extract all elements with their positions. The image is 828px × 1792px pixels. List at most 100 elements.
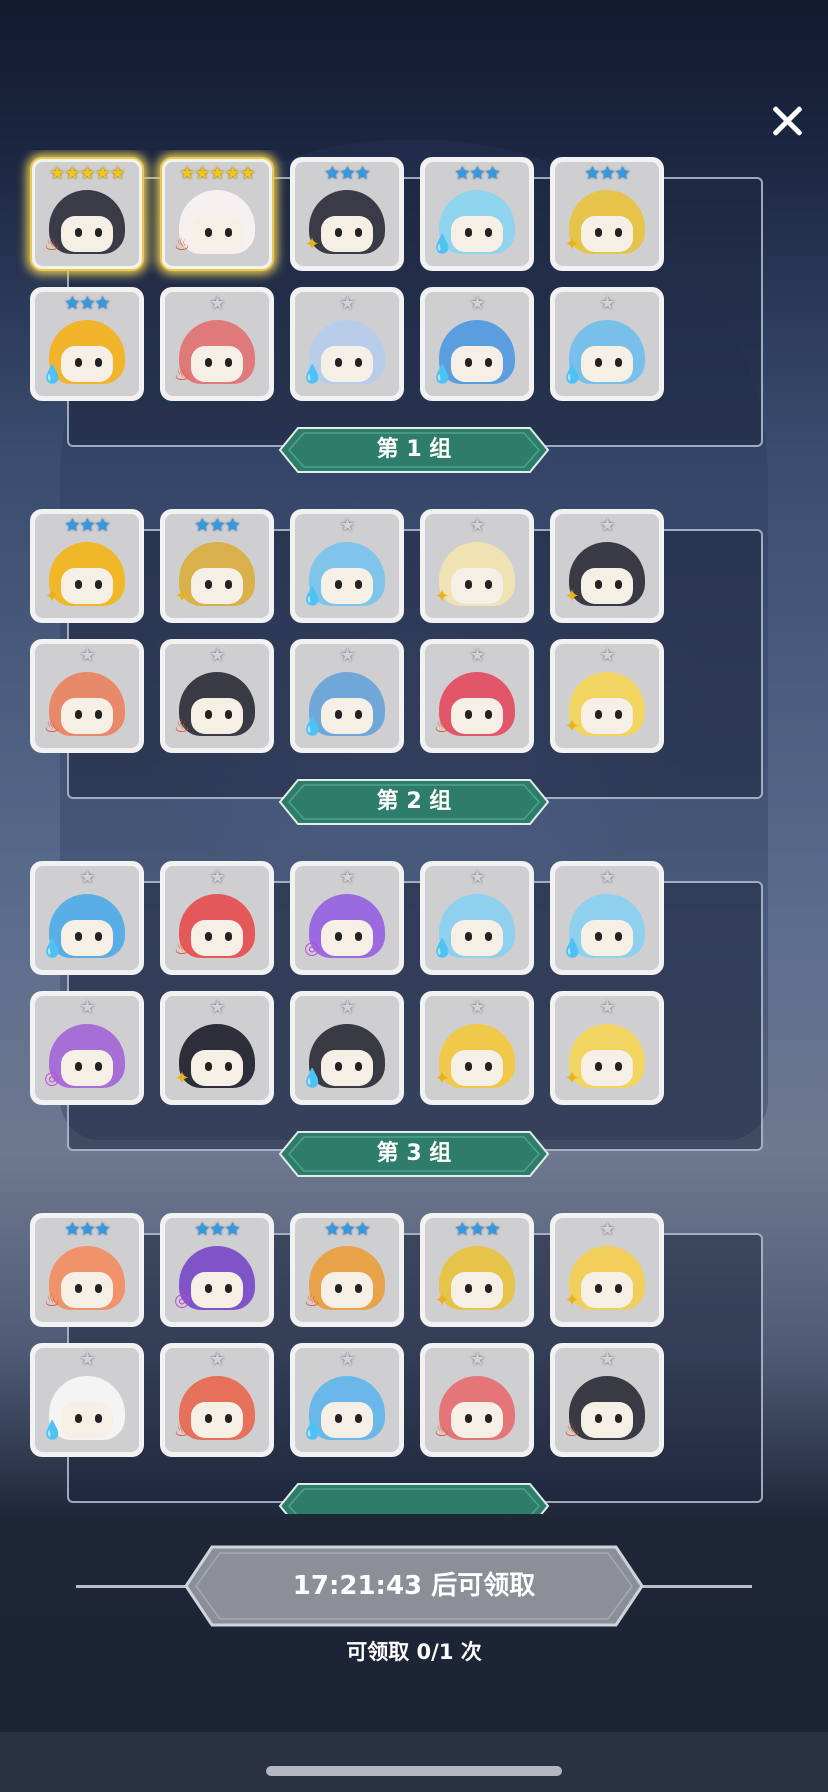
close-icon[interactable] <box>768 102 806 140</box>
hero-portrait: ★ 💧 <box>295 996 399 1100</box>
hero-card[interactable]: ★ ♨ <box>160 861 274 975</box>
hero-card[interactable]: ★ ♨ <box>420 639 534 753</box>
group-banner-label: 第 2 组 <box>376 789 452 814</box>
hero-portrait: ★ ✦ <box>165 996 269 1100</box>
hero-card[interactable]: ★ ♨ <box>160 287 274 401</box>
hero-portrait: ★ ♨ <box>165 292 269 396</box>
hero-card[interactable]: ★ 💧 <box>550 287 664 401</box>
hero-card[interactable]: ★★★ ✦ <box>160 509 274 623</box>
hero-portrait: ★ ✦ <box>425 514 529 618</box>
hero-eye <box>465 710 472 719</box>
hero-card[interactable]: ★ ◎ <box>30 991 144 1105</box>
hero-card[interactable]: ★ 💧 <box>550 861 664 975</box>
hero-portrait: ★ 💧 <box>425 292 529 396</box>
hero-eye <box>335 1062 342 1071</box>
hero-portrait: ★★★★★ ♨ <box>35 162 139 266</box>
hero-eye <box>485 580 492 589</box>
hero-card[interactable]: ★ ♨ <box>160 639 274 753</box>
group-3: ★ 💧 ★ ♨ ★ ◎ ★ 💧 ★ 💧 ★ ◎ ★ ✦ ★ 💧 ★ ✦ ★ ✦ 第 3 组 <box>0 854 828 1190</box>
wind-element-icon: ✦ <box>564 1068 580 1089</box>
hero-eye <box>95 358 102 367</box>
hero-eye <box>95 228 102 237</box>
hero-face <box>581 216 633 252</box>
group-list[interactable]: ★★★★★ ♨ ★★★★★ ♨ ★★★ ✦ ★★★ 💧 ★★★ ✦ ★★★ 💧 ★ ♨ ★ 💧 ★ 💧 ★ 💧 第 1 … <box>0 150 828 1514</box>
hero-card[interactable]: ★★★★★ ♨ <box>160 157 274 271</box>
hero-portrait: ★ ♨ <box>165 1348 269 1452</box>
group-banner: 第 2 组 <box>278 778 550 826</box>
hero-face <box>61 346 113 382</box>
void-element-icon: ◎ <box>174 1290 190 1311</box>
star-rating: ★★★ <box>454 163 500 184</box>
water-element-icon: 💧 <box>431 938 454 959</box>
hero-card[interactable]: ★ 💧 <box>290 639 404 753</box>
hero-card[interactable]: ★ 💧 <box>290 991 404 1105</box>
hero-card[interactable]: ★ ♨ <box>420 1343 534 1457</box>
hero-card[interactable]: ★ ✦ <box>420 991 534 1105</box>
hero-card[interactable]: ★★★ ✦ <box>550 157 664 271</box>
hero-eye <box>225 1062 232 1071</box>
hero-eye <box>355 580 362 589</box>
hero-card[interactable]: ★★★ ♨ <box>290 1213 404 1327</box>
hero-portrait: ★ ♨ <box>165 866 269 970</box>
hero-face <box>451 568 503 604</box>
hero-eye <box>95 1414 102 1423</box>
star-rating: ★ <box>79 1349 95 1370</box>
hero-card[interactable]: ★★★ ✦ <box>290 157 404 271</box>
hero-eye <box>355 228 362 237</box>
hero-card[interactable]: ★ ✦ <box>420 509 534 623</box>
hero-card[interactable]: ★★★ ◎ <box>160 1213 274 1327</box>
bottom-bar <box>0 1732 828 1792</box>
hero-face <box>321 920 373 956</box>
hero-card[interactable]: ★ ✦ <box>550 639 664 753</box>
hero-card[interactable]: ★ 💧 <box>290 509 404 623</box>
home-indicator[interactable] <box>266 1766 562 1776</box>
hero-card[interactable]: ★ 💧 <box>420 861 534 975</box>
hero-eye <box>205 358 212 367</box>
hero-eye <box>485 1414 492 1423</box>
hero-card[interactable]: ★ 💧 <box>420 287 534 401</box>
hero-eye <box>465 1062 472 1071</box>
hero-portrait: ★ ✦ <box>555 644 659 748</box>
hero-eye <box>75 1284 82 1293</box>
hero-card[interactable]: ★★★ 💧 <box>30 287 144 401</box>
hero-card[interactable]: ★★★ ✦ <box>30 509 144 623</box>
hero-face <box>61 1402 113 1438</box>
hero-portrait: ★ 💧 <box>555 866 659 970</box>
hero-card[interactable]: ★ 💧 <box>30 861 144 975</box>
hero-card[interactable]: ★ ✦ <box>550 509 664 623</box>
hero-portrait: ★★★ ◎ <box>165 1218 269 1322</box>
hero-card[interactable]: ★ ✦ <box>160 991 274 1105</box>
hero-card[interactable]: ★★★ ♨ <box>30 1213 144 1327</box>
hero-eye <box>465 1414 472 1423</box>
hero-card[interactable]: ★ 💧 <box>30 1343 144 1457</box>
hero-card[interactable]: ★★★★★ ♨ <box>30 157 144 271</box>
hero-face <box>321 1272 373 1308</box>
claim-button[interactable]: 17:21:43 后可领取 <box>184 1545 644 1627</box>
hero-card[interactable]: ★ ♨ <box>160 1343 274 1457</box>
claim-button-label: 17:21:43 后可领取 <box>292 1571 536 1601</box>
hero-eye <box>595 580 602 589</box>
hero-card[interactable]: ★ 💧 <box>290 287 404 401</box>
hero-eye <box>75 710 82 719</box>
water-element-icon: 💧 <box>301 586 324 607</box>
star-rating: ★★★ <box>64 1219 110 1240</box>
hero-card[interactable]: ★ ✦ <box>550 991 664 1105</box>
hero-face <box>321 1402 373 1438</box>
hero-card[interactable]: ★★★ ✦ <box>420 1213 534 1327</box>
hero-card[interactable]: ★ 💧 <box>290 1343 404 1457</box>
hero-card[interactable]: ★★★ 💧 <box>420 157 534 271</box>
hero-card[interactable]: ★ ✦ <box>550 1213 664 1327</box>
hero-card[interactable]: ★ ♨ <box>30 639 144 753</box>
hero-eye <box>95 580 102 589</box>
hero-eye <box>75 228 82 237</box>
star-rating: ★ <box>339 867 355 888</box>
hero-portrait: ★ ✦ <box>555 996 659 1100</box>
hero-face <box>321 1050 373 1086</box>
hero-portrait: ★ ♨ <box>425 1348 529 1452</box>
fire-element-icon: ♨ <box>433 1420 451 1441</box>
hero-card[interactable]: ★ ◎ <box>290 861 404 975</box>
wind-element-icon: ✦ <box>174 586 190 607</box>
hero-card[interactable]: ★ ♨ <box>550 1343 664 1457</box>
water-element-icon: 💧 <box>431 234 454 255</box>
star-rating: ★ <box>339 1349 355 1370</box>
